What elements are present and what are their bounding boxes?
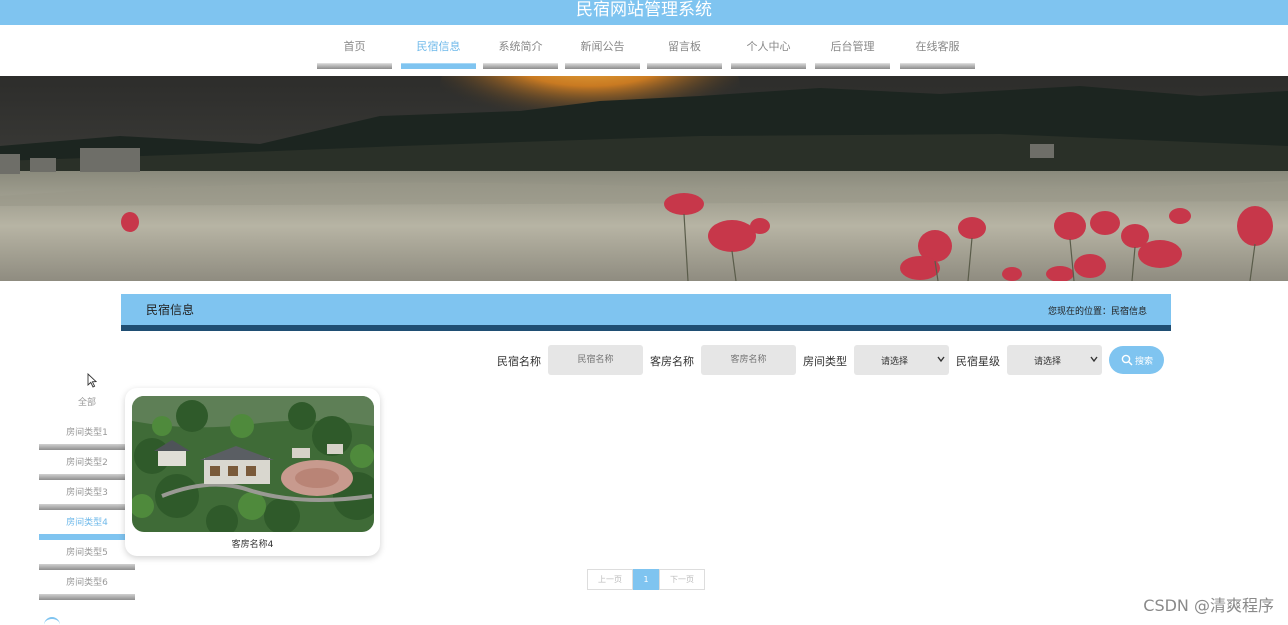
nav-item-underline	[317, 63, 392, 69]
room-name-input[interactable]	[701, 345, 796, 375]
nav-item-underline	[731, 63, 806, 69]
sidebar-item-room-type-6[interactable]: 房间类型6	[39, 570, 135, 600]
sidebar-item-label: 房间类型6	[66, 578, 108, 588]
nav-item-news[interactable]: 新闻公告	[565, 38, 640, 70]
room-card[interactable]: 客房名称4	[125, 388, 380, 556]
sidebar-item-label: 房间类型2	[66, 458, 108, 468]
minsu-star-selected: 请选择	[1033, 357, 1061, 367]
sidebar-item-label: 房间类型5	[66, 548, 108, 558]
sidebar-item-underline	[39, 594, 135, 600]
nav-item-online-service[interactable]: 在线客服	[900, 38, 975, 70]
nav-item-label: 在线客服	[915, 40, 960, 53]
room-type-select[interactable]: 请选择	[854, 345, 949, 375]
nav-item-underline	[401, 63, 476, 69]
minsu-name-input[interactable]	[548, 345, 643, 375]
nav-item-underline	[565, 63, 640, 69]
sidebar-item-room-type-5[interactable]: 房间类型5	[39, 540, 135, 570]
minsu-star-label: 民宿星级	[956, 355, 1000, 368]
nav-item-label: 后台管理	[830, 40, 875, 53]
next-page-button[interactable]: 下一页	[659, 569, 705, 590]
room-type-label: 房间类型	[803, 355, 847, 368]
top-header: 民宿网站管理系统	[0, 0, 1288, 25]
nav-item-system-intro[interactable]: 系统简介	[483, 38, 558, 70]
nav-item-label: 民宿信息	[416, 40, 461, 53]
main-nav: 首页 民宿信息 系统简介 新闻公告 留言板 个人中心 后台管理 在线客服	[0, 38, 1288, 70]
nav-item-personal-center[interactable]: 个人中心	[731, 38, 806, 70]
section-header: 民宿信息 您现在的位置：民宿信息	[121, 294, 1171, 331]
nav-item-minsu-info[interactable]: 民宿信息	[401, 38, 476, 70]
nav-item-underline	[815, 63, 890, 69]
minsu-name-label: 民宿名称	[497, 355, 541, 368]
search-button-label: 搜索	[1135, 357, 1154, 367]
sidebar-item-all[interactable]: 全部	[39, 390, 135, 420]
room-thumbnail-image	[132, 396, 374, 532]
prev-page-button[interactable]: 上一页	[587, 569, 633, 590]
sidebar-item-room-type-4[interactable]: 房间类型4	[39, 510, 135, 540]
nav-item-label: 新闻公告	[580, 40, 625, 53]
nav-item-label: 首页	[343, 40, 366, 53]
nav-item-label: 留言板	[668, 40, 701, 53]
partial-circle-icon	[44, 617, 60, 625]
sidebar-item-label: 全部	[77, 398, 96, 408]
search-icon	[1121, 354, 1133, 366]
nav-item-underline	[483, 63, 558, 69]
room-type-selected: 请选择	[880, 357, 908, 367]
chevron-down-icon	[1090, 356, 1098, 363]
nav-item-message-board[interactable]: 留言板	[647, 38, 722, 70]
nav-item-underline	[900, 63, 975, 69]
sidebar-item-room-type-1[interactable]: 房间类型1	[39, 420, 135, 450]
site-title: 民宿网站管理系统	[576, 0, 712, 20]
minsu-star-select[interactable]: 请选择	[1007, 345, 1102, 375]
room-type-sidebar: 全部 房间类型1 房间类型2 房间类型3 房间类型4 房间类型5 房间类型6	[39, 390, 135, 600]
section-title: 民宿信息	[146, 303, 195, 317]
room-name-label: 客房名称	[650, 355, 694, 368]
nav-item-admin[interactable]: 后台管理	[815, 38, 890, 70]
sidebar-item-label: 房间类型4	[66, 518, 108, 528]
room-card-name: 客房名称4	[231, 540, 274, 550]
page-number-button[interactable]: 1	[633, 569, 659, 590]
chevron-down-icon	[937, 356, 945, 363]
nav-item-label: 系统简介	[498, 40, 543, 53]
sidebar-item-label: 房间类型3	[66, 488, 108, 498]
breadcrumb: 您现在的位置：民宿信息	[1047, 307, 1147, 317]
sidebar-item-room-type-3[interactable]: 房间类型3	[39, 480, 135, 510]
sidebar-item-room-type-2[interactable]: 房间类型2	[39, 450, 135, 480]
hero-banner-image	[0, 76, 1288, 281]
mouse-cursor-icon	[87, 373, 97, 388]
nav-item-underline	[647, 63, 722, 69]
watermark: CSDN @清爽程序	[1143, 596, 1274, 615]
sidebar-item-label: 房间类型1	[66, 428, 108, 438]
search-button[interactable]: 搜索	[1109, 346, 1164, 374]
nav-item-home[interactable]: 首页	[317, 38, 392, 70]
nav-item-label: 个人中心	[746, 40, 791, 53]
